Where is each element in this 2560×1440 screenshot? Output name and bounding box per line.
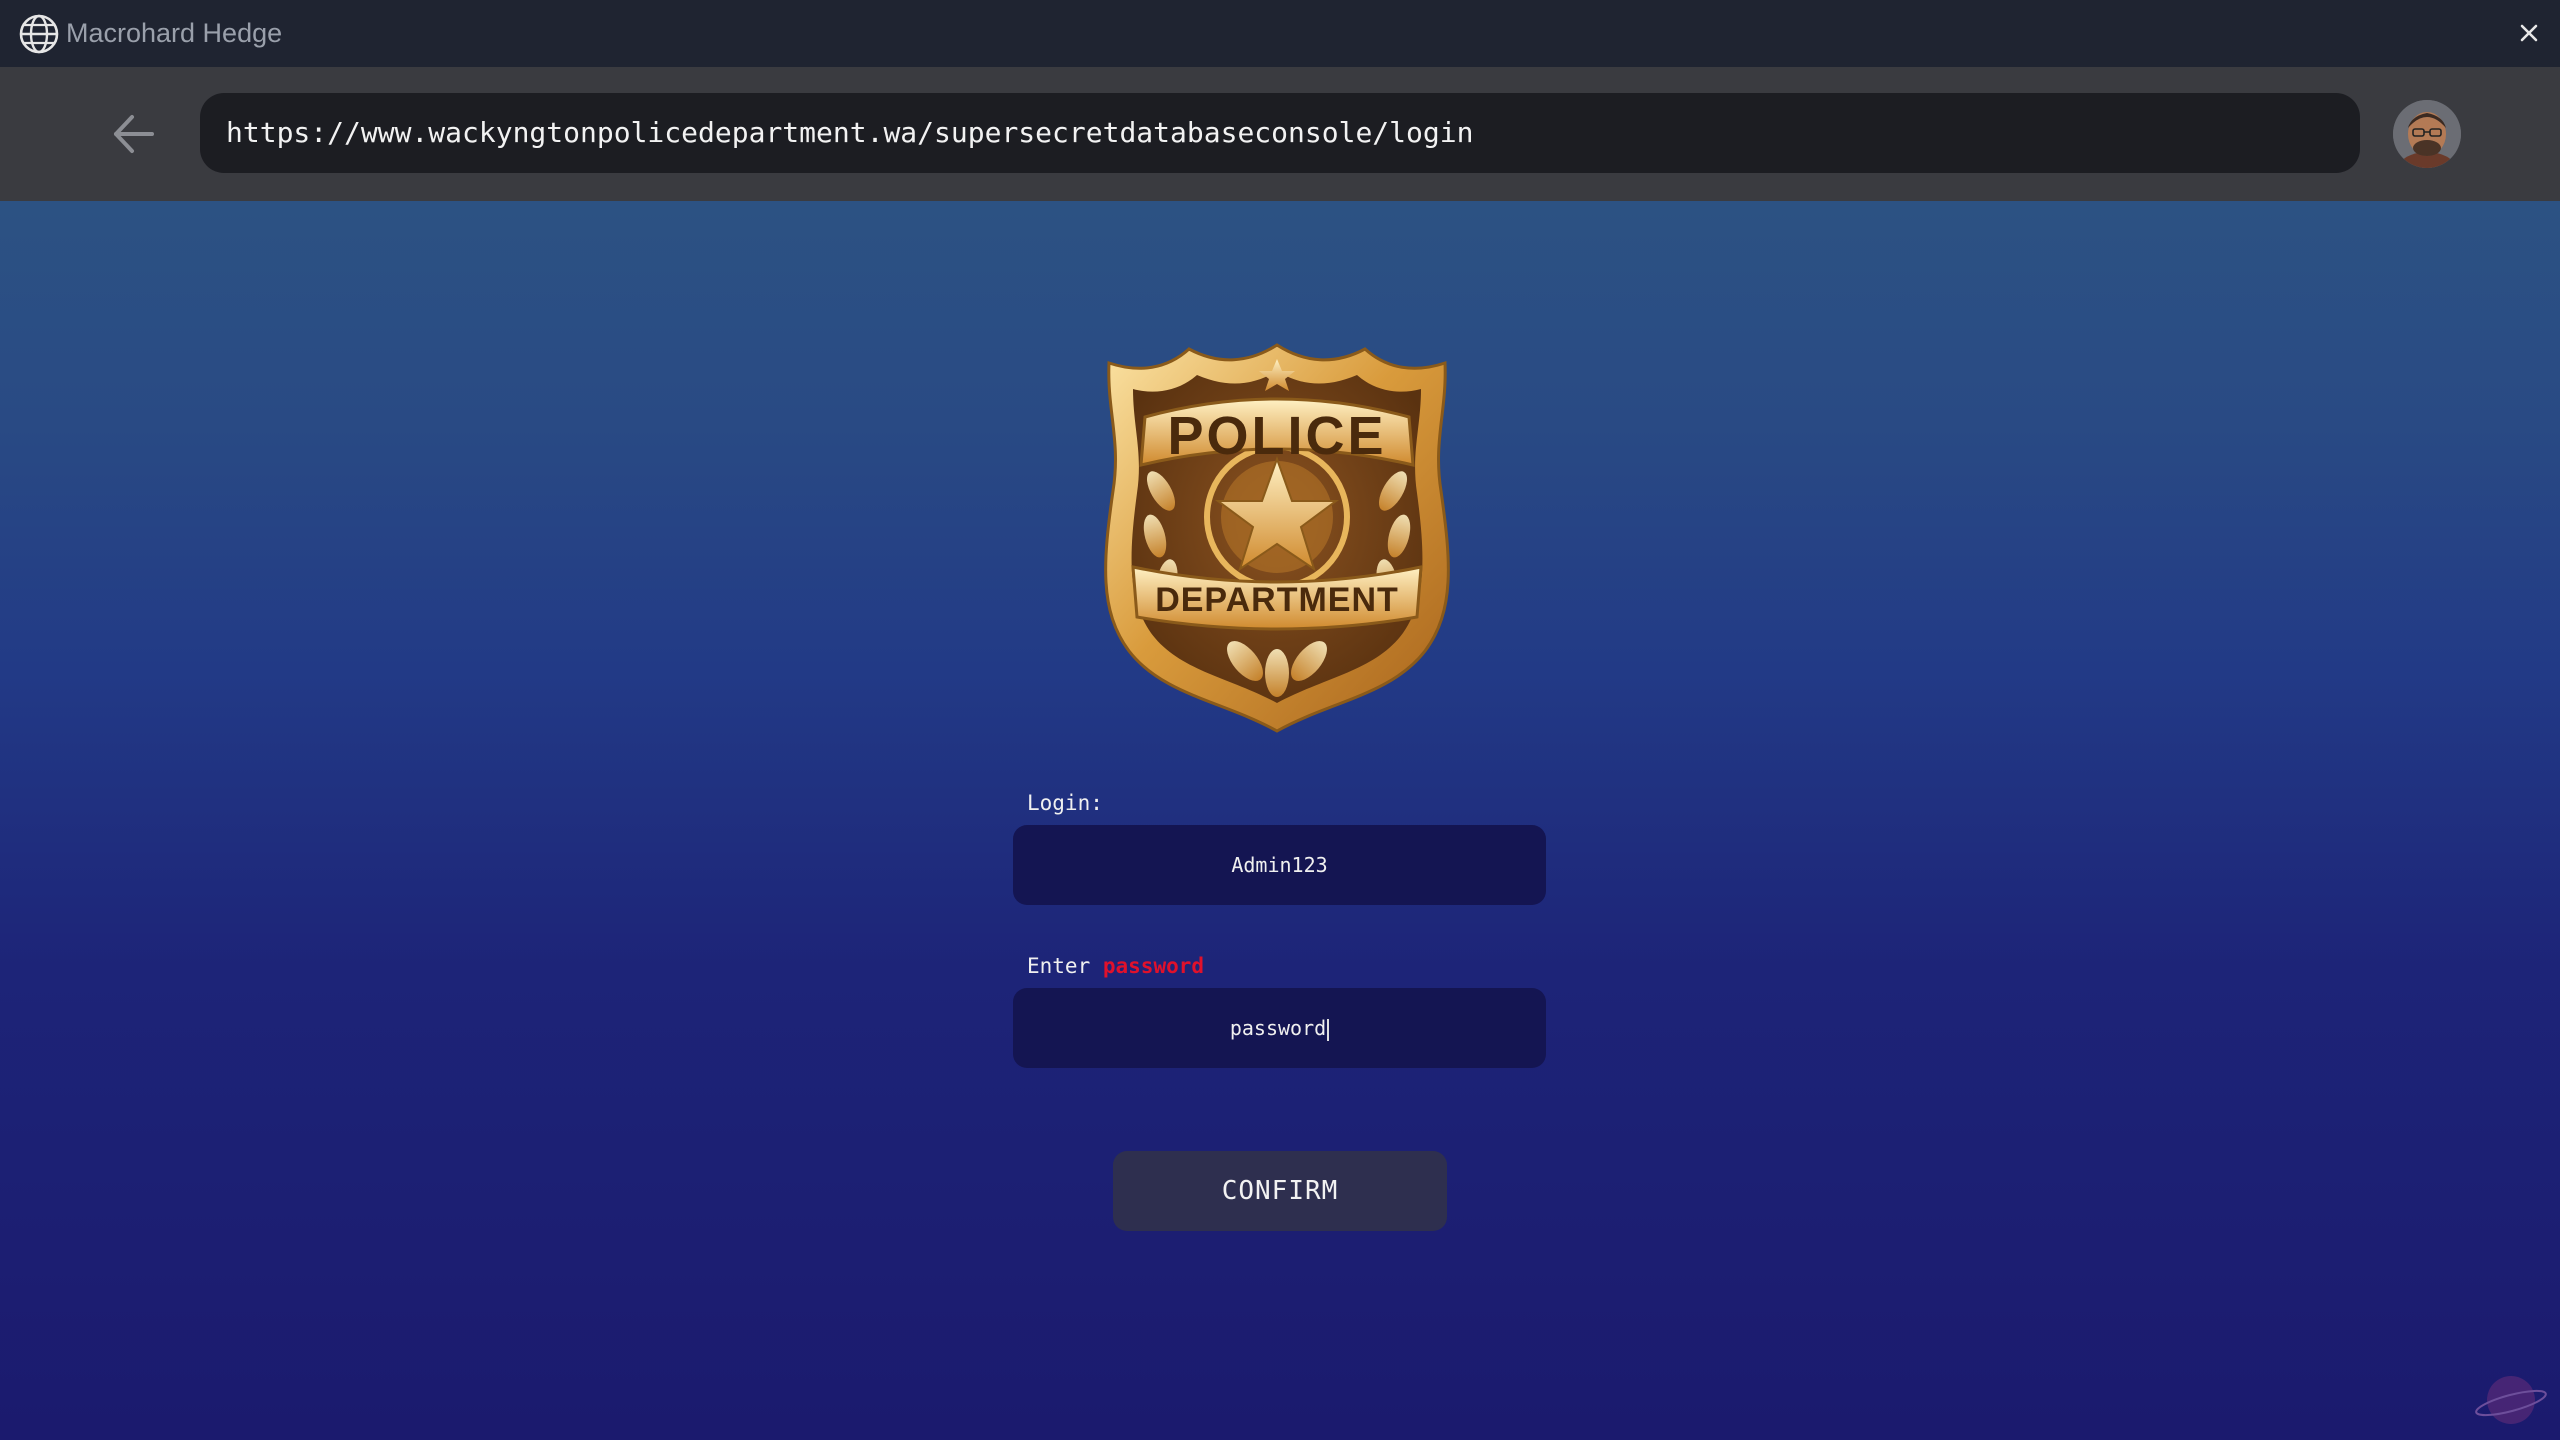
password-label: Enter password [1027,954,1204,978]
text-caret [1327,1018,1330,1041]
password-input[interactable]: password [1013,988,1546,1068]
avatar-image [2393,100,2461,168]
login-page: POLICE DEPARTMENT Login: Admin123 Enter … [0,201,2560,1440]
badge-bottom-text: DEPARTMENT [1155,581,1399,619]
login-label: Login: [1027,791,1103,815]
close-icon[interactable] [2512,16,2546,50]
navigation-bar: https://www.wackyngtonpolicedepartment.w… [0,67,2560,201]
password-input-value: password [1229,1016,1327,1040]
badge-top-text: POLICE [1167,406,1386,466]
confirm-button[interactable]: CONFIRM [1113,1151,1447,1231]
user-avatar[interactable] [2393,100,2461,168]
title-bar: Macrohard Hedge [0,0,2560,67]
window-title: Macrohard Hedge [66,18,283,48]
login-input[interactable]: Admin123 [1013,825,1546,905]
address-bar[interactable]: https://www.wackyngtonpolicedepartment.w… [200,93,2360,173]
browser-window: Macrohard Hedge https://www.wackyngtonpo… [0,0,2560,1440]
arrow-left-icon[interactable] [108,109,158,159]
playground-watermark-logo [2475,1376,2547,1424]
password-label-accent: password [1102,954,1205,978]
police-badge-logo: POLICE DEPARTMENT [1104,343,1450,733]
password-label-prefix: Enter [1027,954,1091,978]
globe-icon [19,14,59,54]
login-input-value: Admin123 [1231,853,1328,877]
